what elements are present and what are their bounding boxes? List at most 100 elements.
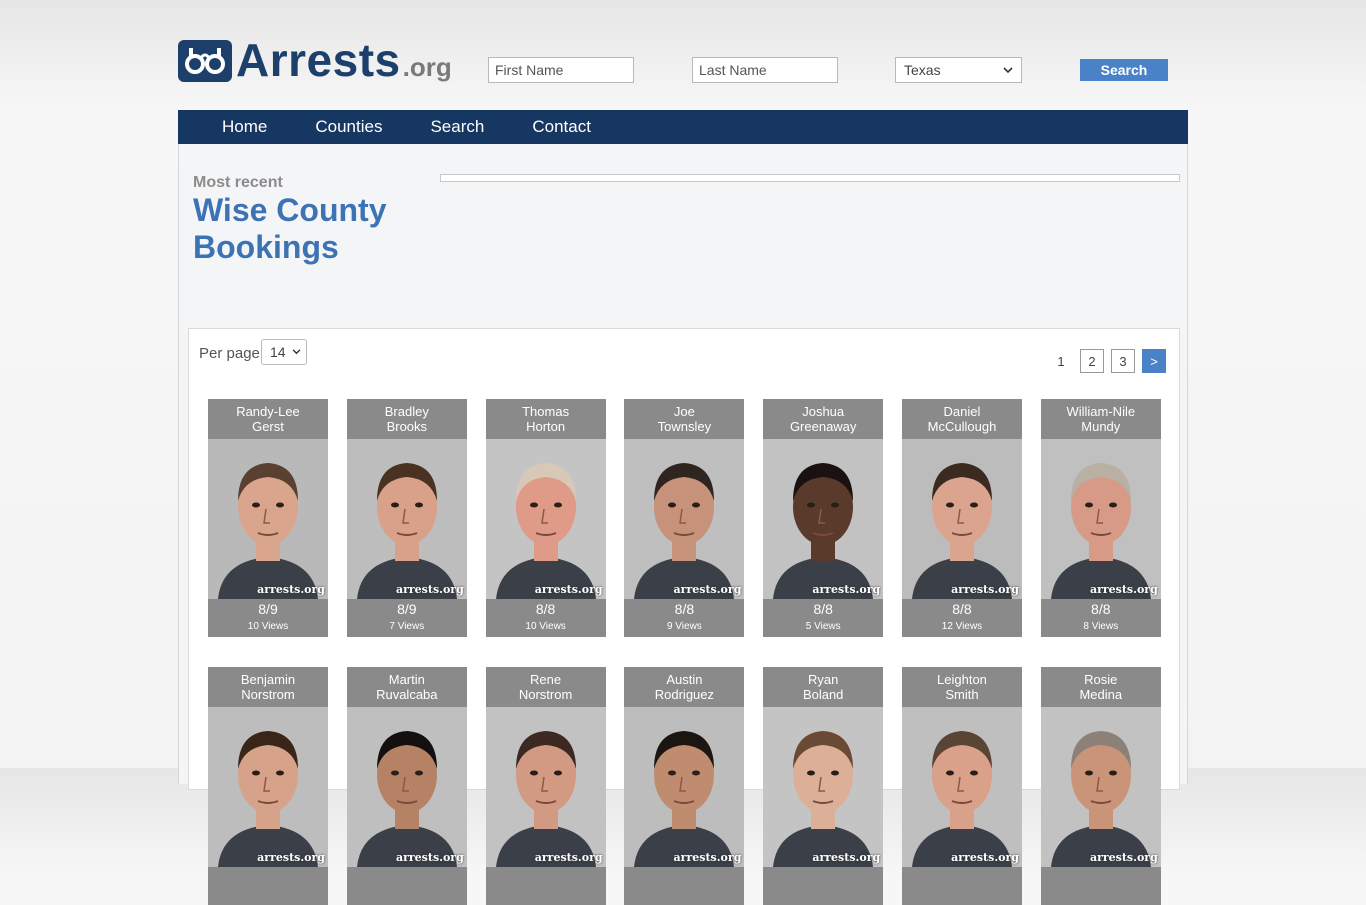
booking-card[interactable]: Daniel McCullough arrests.org 8/8 12 Views — [901, 399, 1022, 637]
booking-card[interactable]: Ryan Boland arrests.org — [763, 667, 884, 905]
watermark: arrests.org — [534, 583, 603, 596]
mugshot-photo[interactable]: arrests.org — [346, 439, 467, 599]
booking-name[interactable]: Daniel McCullough — [902, 399, 1022, 439]
booking-last-name: Townsley — [657, 419, 712, 434]
booking-first-name: Randy-Lee — [236, 404, 300, 419]
mugshot-portrait-icon — [485, 439, 606, 599]
site-logo[interactable]: Arrests .org — [178, 36, 452, 83]
mugshot-photo[interactable]: arrests.org — [346, 707, 467, 867]
booking-date: 8/8 — [1091, 601, 1111, 617]
booking-last-name: Horton — [526, 419, 566, 434]
booking-last-name: Greenaway — [789, 419, 857, 434]
booking-last-name: Brooks — [386, 419, 428, 434]
mugshot-portrait-icon — [208, 707, 328, 867]
content-area: Most recent Wise County Bookings Per pag… — [178, 144, 1188, 905]
booking-first-name: Joshua — [802, 404, 845, 419]
booking-first-name: Daniel — [943, 404, 981, 419]
booking-name[interactable]: Joshua Greenaway — [763, 399, 883, 439]
booking-card[interactable]: Randy-Lee Gerst arrests.org 8/9 10 Views — [208, 399, 328, 637]
booking-card[interactable]: Joshua Greenaway arrests.org 8/8 5 Views — [763, 399, 884, 637]
mugshot-photo[interactable]: arrests.org — [624, 439, 745, 599]
watermark: arrests.org — [395, 851, 464, 864]
mugshot-portrait-icon — [346, 439, 467, 599]
booking-name[interactable]: Rene Norstrom — [486, 667, 606, 707]
booking-first-name: Leighton — [937, 672, 987, 687]
mugshot-photo[interactable]: arrests.org — [208, 439, 328, 599]
booking-card[interactable]: Benjamin Norstrom arrests.org — [208, 667, 328, 905]
booking-date: 8/8 — [813, 601, 833, 617]
booking-card[interactable]: William-Nile Mundy arrests.org 8/8 8 Views — [1040, 399, 1161, 637]
mugshot-photo[interactable]: arrests.org — [901, 707, 1022, 867]
booking-name[interactable]: Bradley Brooks — [347, 399, 467, 439]
mugshot-photo[interactable]: arrests.org — [1040, 707, 1161, 867]
mugshot-portrait-icon — [624, 439, 745, 599]
booking-views: 5 Views — [805, 621, 841, 632]
booking-card[interactable]: Joe Townsley arrests.org 8/8 9 Views — [624, 399, 745, 637]
booking-last-name: Smith — [945, 687, 979, 702]
booking-views: 10 Views — [525, 621, 566, 632]
mugshot-photo[interactable]: arrests.org — [485, 439, 606, 599]
watermark: arrests.org — [812, 851, 881, 864]
booking-card[interactable]: Bradley Brooks arrests.org 8/9 7 Views — [346, 399, 467, 637]
booking-name[interactable]: Austin Rodriguez — [624, 667, 744, 707]
booking-date: 8/8 — [674, 601, 695, 617]
booking-name[interactable]: William-Nile Mundy — [1041, 399, 1161, 439]
watermark: arrests.org — [395, 583, 464, 596]
booking-date: 8/8 — [952, 601, 972, 617]
mugshot-photo[interactable]: arrests.org — [485, 707, 606, 867]
last-name-input[interactable] — [692, 57, 838, 83]
booking-name[interactable]: Randy-Lee Gerst — [208, 399, 328, 439]
state-select[interactable]: Texas — [895, 57, 1022, 83]
booking-date: 8/9 — [258, 601, 278, 617]
booking-card[interactable]: Leighton Smith arrests.org — [901, 667, 1022, 905]
nav-contact[interactable]: Contact — [508, 110, 615, 144]
mugshot-portrait-icon — [624, 707, 745, 867]
nav-home[interactable]: Home — [178, 110, 291, 144]
nav-search[interactable]: Search — [406, 110, 508, 144]
booking-name[interactable]: Ryan Boland — [763, 667, 883, 707]
mugshot-portrait-icon — [1040, 707, 1161, 867]
booking-name[interactable]: Benjamin Norstrom — [208, 667, 328, 707]
mugshot-photo[interactable]: arrests.org — [624, 707, 745, 867]
page-3-link[interactable]: 3 — [1111, 349, 1135, 373]
per-page-select[interactable]: 14 — [261, 339, 307, 365]
booking-last-name: Rodriguez — [654, 687, 715, 702]
page-2-link[interactable]: 2 — [1080, 349, 1104, 373]
page-title: Wise County Bookings — [193, 192, 387, 265]
watermark: arrests.org — [1089, 851, 1158, 864]
booking-first-name: Rosie — [1084, 672, 1118, 687]
booking-name[interactable]: Rosie Medina — [1041, 667, 1161, 707]
logo-suffix: .org — [402, 52, 452, 82]
booking-name[interactable]: Thomas Horton — [486, 399, 606, 439]
mugshot-photo[interactable]: arrests.org — [1040, 439, 1161, 599]
mugshot-photo[interactable]: arrests.org — [901, 439, 1022, 599]
search-button[interactable]: Search — [1080, 59, 1168, 81]
mugshot-photo[interactable]: arrests.org — [763, 439, 884, 599]
booking-card[interactable]: Austin Rodriguez arrests.org — [624, 667, 745, 905]
booking-last-name: Ruvalcaba — [376, 687, 438, 702]
booking-name[interactable]: Leighton Smith — [902, 667, 1022, 707]
booking-grid: Randy-Lee Gerst arrests.org 8/9 10 Views Brad… — [208, 399, 1161, 905]
booking-name[interactable]: Martin Ruvalcaba — [347, 667, 467, 707]
mugshot-portrait-icon — [763, 707, 884, 867]
watermark: arrests.org — [1089, 583, 1158, 596]
booking-last-name: McCullough — [927, 419, 997, 434]
nav-counties[interactable]: Counties — [291, 110, 406, 144]
booking-card[interactable]: Rosie Medina arrests.org — [1040, 667, 1161, 905]
booking-card[interactable]: Thomas Horton arrests.org 8/8 10 Views — [485, 399, 606, 637]
next-page-button[interactable]: > — [1142, 349, 1166, 373]
watermark: arrests.org — [812, 583, 881, 596]
watermark: arrests.org — [257, 583, 325, 596]
first-name-input[interactable] — [488, 57, 634, 83]
booking-views: 12 Views — [941, 621, 983, 632]
mugshot-photo[interactable]: arrests.org — [763, 707, 884, 867]
booking-card[interactable]: Rene Norstrom arrests.org — [485, 667, 606, 905]
mugshot-photo[interactable]: arrests.org — [208, 707, 328, 867]
booking-first-name: Martin — [388, 672, 425, 687]
ad-placeholder — [440, 174, 1180, 182]
booking-card[interactable]: Martin Ruvalcaba arrests.org — [346, 667, 467, 905]
handcuffs-logo-icon — [178, 40, 232, 82]
page-1-current: 1 — [1057, 353, 1065, 369]
booking-last-name: Mundy — [1081, 419, 1121, 434]
booking-name[interactable]: Joe Townsley — [624, 399, 744, 439]
